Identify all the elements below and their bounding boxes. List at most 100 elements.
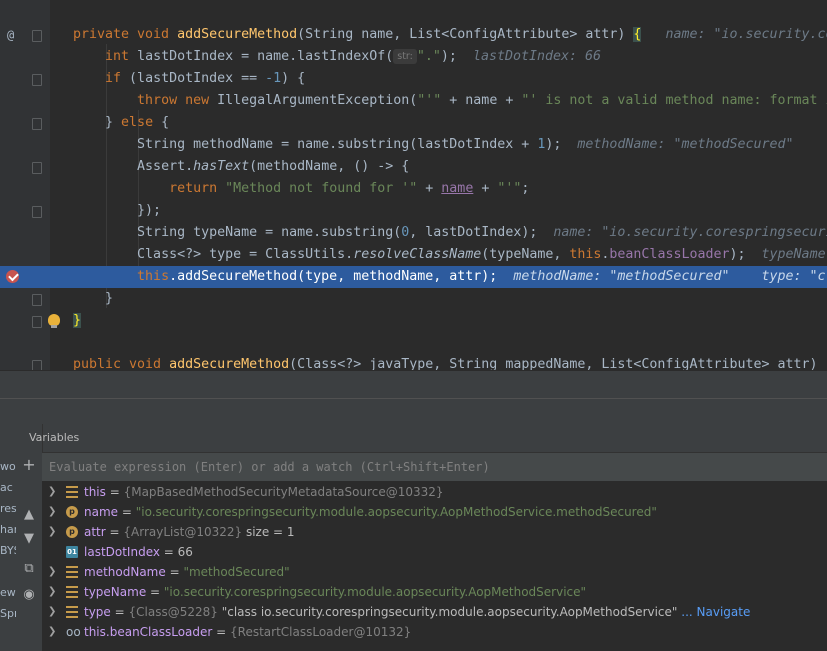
- code-token: String methodName = name.substring(lastD…: [137, 137, 538, 152]
- variable-name: name: [84, 505, 119, 519]
- code-token: this: [569, 247, 602, 262]
- evaluate-expression-input[interactable]: [47, 456, 821, 478]
- code-token: (methodName, () -> {: [249, 159, 410, 174]
- variable-value: 66: [177, 545, 193, 559]
- fold-marker-icon[interactable]: [32, 74, 42, 86]
- add-watch-icon[interactable]: +: [22, 457, 36, 473]
- code-token: .addSecureMethod(type, methodName, attr)…: [169, 269, 498, 284]
- panel-splitter[interactable]: [0, 370, 827, 399]
- variable-row[interactable]: ❯ methodName = "methodSecured": [42, 562, 827, 582]
- primitive-icon: 01: [66, 546, 78, 558]
- code-token: "'": [497, 181, 522, 196]
- code-token: (lastDotIndex ==: [121, 71, 266, 86]
- field-icon: [66, 586, 78, 598]
- expand-arrow-icon[interactable]: ❯: [48, 622, 56, 642]
- expand-arrow-icon[interactable]: ❯: [48, 482, 56, 502]
- variable-eq: =: [159, 545, 178, 559]
- variable-eq: =: [212, 625, 231, 639]
- variable-row[interactable]: ❯ p name = "io.security.corespringsecuri…: [42, 502, 827, 522]
- code-line-close-method[interactable]: }: [0, 310, 827, 332]
- variables-tree[interactable]: ❯ this = {MapBasedMethodSecurityMetadata…: [42, 481, 827, 651]
- code-line-if[interactable]: if (lastDotIndex == -1) {: [0, 68, 827, 90]
- code-line-class[interactable]: Class<?> type = ClassUtils.resolveClassN…: [0, 244, 827, 266]
- variable-eq: =: [146, 585, 164, 599]
- code-token: hasText: [193, 159, 250, 174]
- code-token: }: [105, 291, 114, 306]
- frames-panel-edge[interactable]: wo ac res har BYS ew Spr: [0, 424, 17, 651]
- copy-icon[interactable]: ⧉: [22, 562, 36, 576]
- code-editor[interactable]: @ private void addSecureMethod(String na…: [0, 0, 827, 370]
- variables-toolbar: + ▲ ▼ ⧉ ◉: [16, 424, 43, 651]
- inline-value-hint: name: "io.security.corespringsecuri: [553, 225, 827, 240]
- fold-marker-icon[interactable]: [32, 118, 42, 130]
- code-token: (String name, List<ConfigAttribute> attr…: [297, 27, 634, 42]
- expand-arrow-icon[interactable]: ❯: [48, 602, 56, 622]
- fold-marker-icon[interactable]: [32, 294, 42, 306]
- expand-arrow-icon[interactable]: ❯: [48, 562, 56, 582]
- frame-fragment[interactable]: BYS: [0, 544, 16, 564]
- code-line-next-method[interactable]: public void addSecureMethod(Class<?> jav…: [0, 354, 827, 370]
- frame-fragment[interactable]: Spr: [0, 607, 16, 627]
- down-arrow-icon[interactable]: ▼: [22, 532, 36, 546]
- override-at-icon[interactable]: @: [7, 24, 14, 46]
- breakpoint-icon[interactable]: [6, 270, 19, 283]
- inline-value-hint: methodName: "methodSecured": [513, 269, 730, 284]
- code-token: public void: [73, 357, 170, 370]
- fold-marker-icon[interactable]: [32, 316, 42, 328]
- variable-name: attr: [84, 525, 106, 539]
- code-line-return[interactable]: return "Method not found for '" + name +…: [0, 178, 827, 200]
- inline-value-hint: name: "io.security.co: [665, 27, 827, 42]
- code-token: }: [105, 115, 122, 130]
- code-line-throw[interactable]: throw new IllegalArgumentException("'" +…: [0, 90, 827, 112]
- inline-value-hint: typeName: [761, 247, 826, 262]
- evaluate-expression-row[interactable]: [42, 452, 827, 482]
- lightbulb-icon[interactable]: [48, 314, 60, 328]
- variable-row[interactable]: ❯ this = {MapBasedMethodSecurityMetadata…: [42, 482, 827, 502]
- variable-row[interactable]: ❯ oo this.beanClassLoader = {RestartClas…: [42, 622, 827, 642]
- navigate-link[interactable]: ... Navigate: [681, 605, 750, 619]
- expand-arrow-icon[interactable]: ❯: [48, 522, 56, 542]
- code-line-methodname[interactable]: String methodName = name.substring(lastD…: [0, 134, 827, 156]
- code-token: this: [137, 269, 170, 284]
- code-line-execution-point[interactable]: this.addSecureMethod(type, methodName, a…: [0, 266, 827, 288]
- code-line-lastdot[interactable]: int lastDotIndex = name.lastIndexOf(str:…: [0, 46, 827, 68]
- variable-extra: size = 1: [242, 525, 295, 539]
- code-line-close-else[interactable]: }: [0, 288, 827, 310]
- variable-eq: =: [110, 605, 129, 619]
- parameter-hint: str:: [393, 49, 417, 64]
- code-token: throw new: [137, 93, 210, 108]
- up-arrow-icon[interactable]: ▲: [22, 508, 36, 522]
- variable-value: "methodSecured": [183, 565, 290, 579]
- variable-row[interactable]: 01 lastDotIndex = 66: [42, 542, 827, 562]
- code-line-else[interactable]: } else {: [0, 112, 827, 134]
- variable-eq: =: [165, 565, 184, 579]
- fold-marker-icon[interactable]: [32, 30, 42, 42]
- code-line-assert[interactable]: Assert.hasText(methodName, () -> {: [0, 156, 827, 178]
- code-line-close-lambda[interactable]: });: [0, 200, 827, 222]
- frame-fragment[interactable]: ew: [0, 586, 16, 606]
- variable-row[interactable]: ❯ type = {Class@5228} "class io.security…: [42, 602, 827, 622]
- fold-marker-icon[interactable]: [32, 162, 42, 174]
- glasses-icon[interactable]: ◉: [22, 588, 36, 602]
- frame-fragment[interactable]: wo: [0, 460, 16, 480]
- variable-row[interactable]: ❯ p attr = {ArrayList@10322} size = 1: [42, 522, 827, 542]
- variables-title: Variables: [29, 431, 80, 444]
- code-token: ) {: [281, 71, 306, 86]
- variable-name: type: [84, 605, 111, 619]
- code-line-typename[interactable]: String typeName = name.substring(0, last…: [0, 222, 827, 244]
- code-line-signature[interactable]: @ private void addSecureMethod(String na…: [0, 24, 827, 46]
- fold-marker-icon[interactable]: [32, 360, 42, 370]
- variables-header: Variables: [29, 424, 827, 452]
- fold-marker-icon[interactable]: [32, 206, 42, 218]
- frame-fragment[interactable]: res: [0, 502, 16, 522]
- code-token: "Method not found for '": [217, 181, 418, 196]
- expand-arrow-icon[interactable]: ❯: [48, 582, 56, 602]
- code-token: IllegalArgumentException(: [209, 93, 418, 108]
- code-token: }: [73, 313, 82, 328]
- code-token: int: [105, 49, 130, 64]
- expand-arrow-icon[interactable]: ❯: [48, 502, 56, 522]
- frame-fragment[interactable]: har: [0, 523, 16, 543]
- code-token: (typeName,: [481, 247, 570, 262]
- frame-fragment[interactable]: ac: [0, 481, 16, 501]
- variable-row[interactable]: ❯ typeName = "io.security.corespringsecu…: [42, 582, 827, 602]
